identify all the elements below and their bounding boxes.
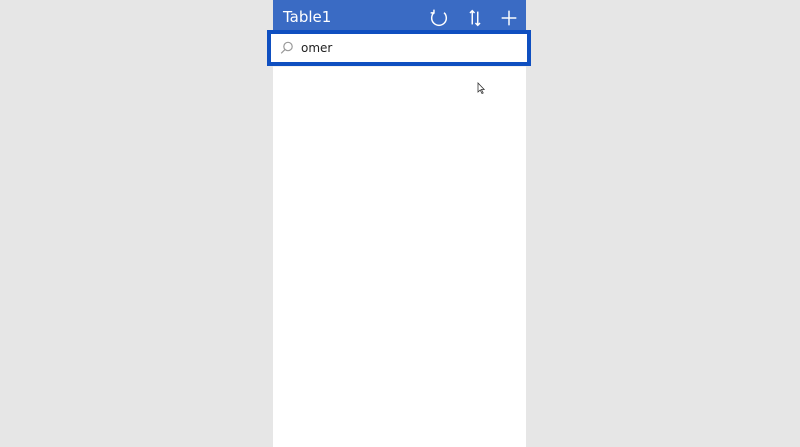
- refresh-icon[interactable]: [428, 7, 450, 29]
- search-box[interactable]: [267, 30, 531, 66]
- app-screen: Table1: [273, 0, 526, 447]
- page-title: Table1: [283, 8, 332, 26]
- divider: [273, 66, 526, 67]
- mouse-pointer-icon: [477, 82, 485, 94]
- sort-icon[interactable]: [464, 7, 486, 29]
- canvas: Table1: [0, 0, 800, 447]
- add-icon[interactable]: [498, 7, 520, 29]
- search-icon: [279, 40, 295, 56]
- search-input[interactable]: [301, 38, 501, 58]
